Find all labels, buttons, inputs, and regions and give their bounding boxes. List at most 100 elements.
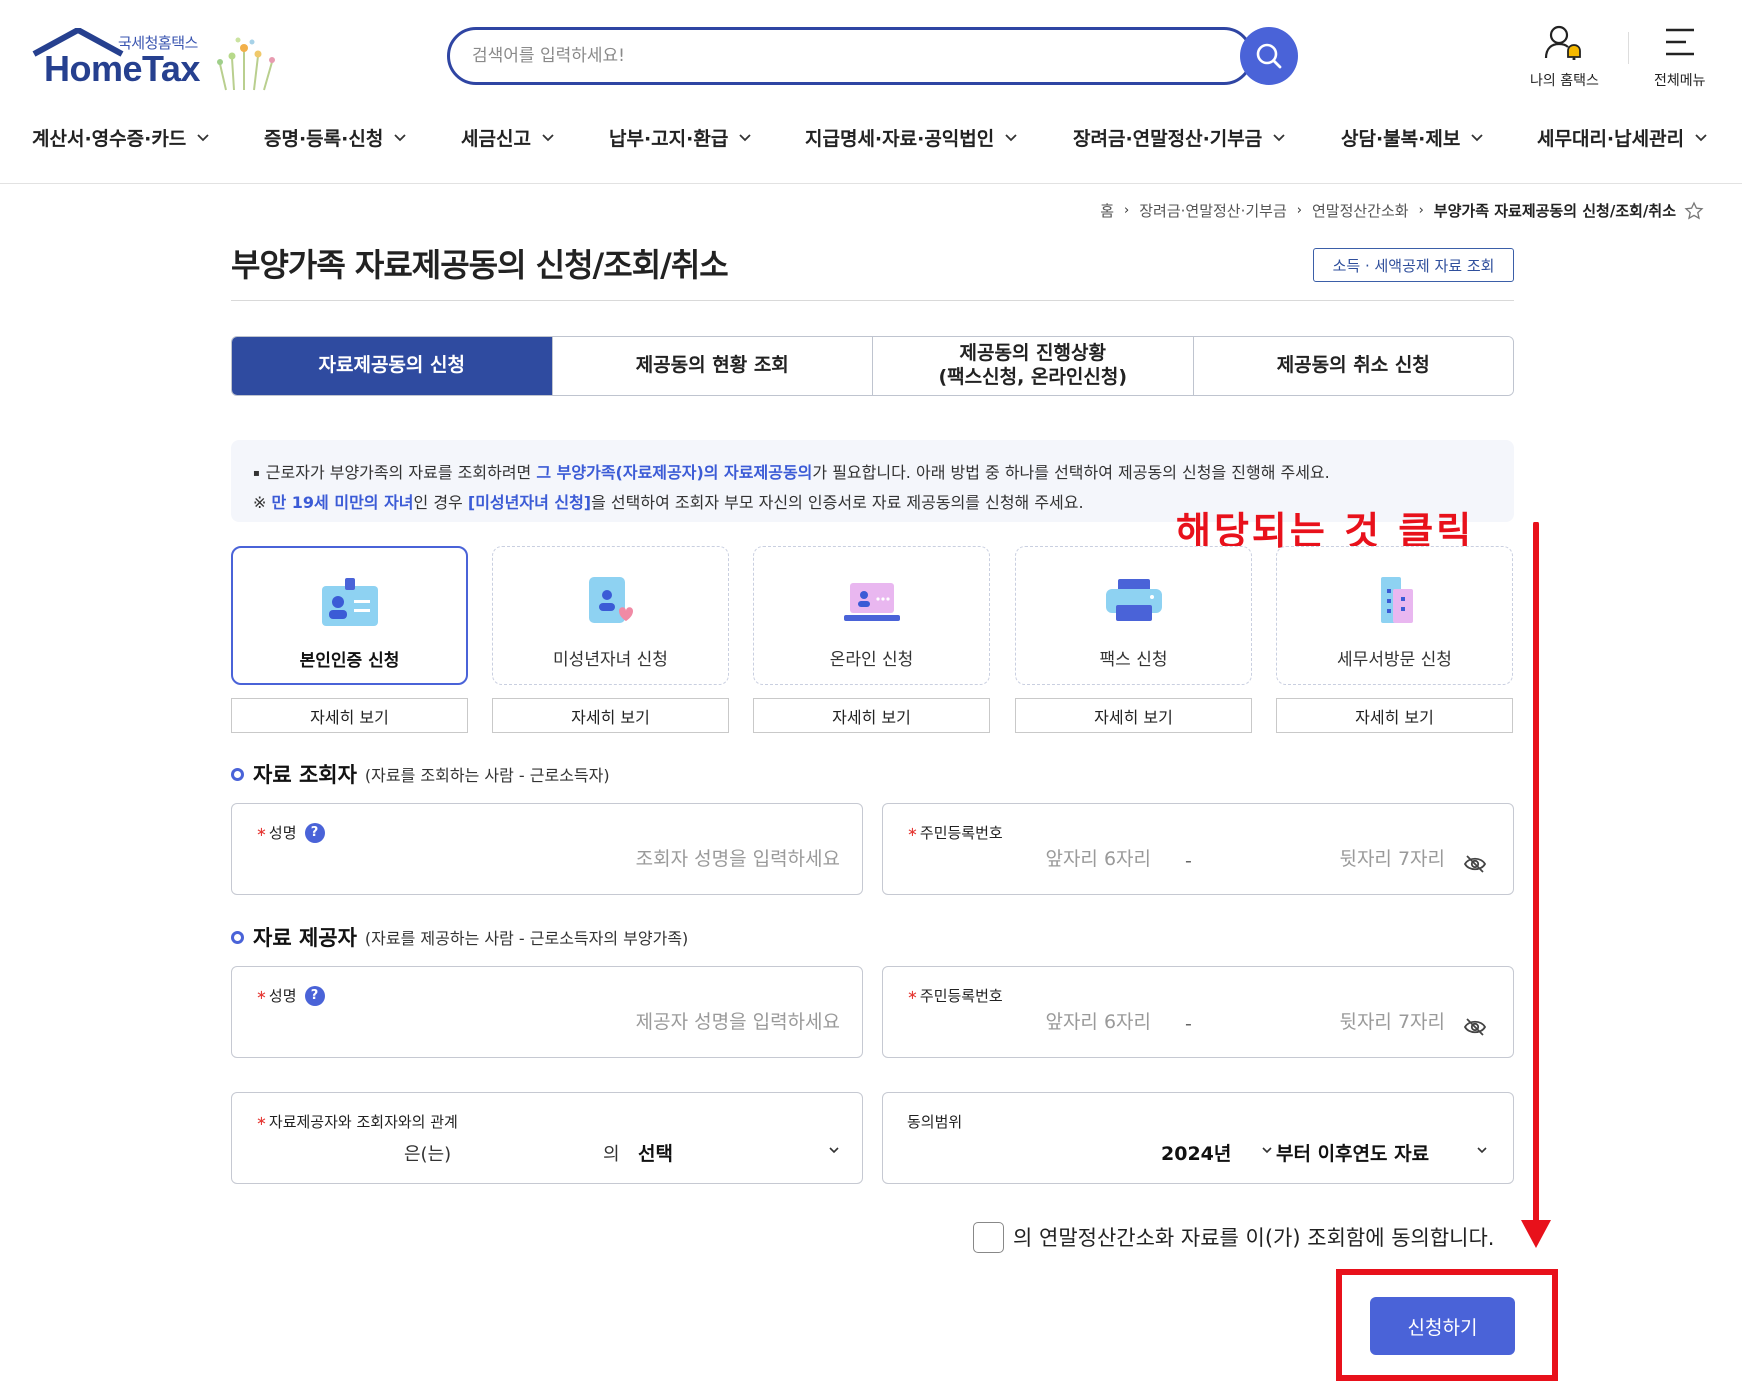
method-card-office-visit[interactable]: 세무서방문 신청 — [1276, 546, 1513, 685]
tab-consent-progress[interactable]: 제공동의 진행상황 (팩스신청, 온라인신청) — [872, 337, 1193, 395]
gnb-item-statement[interactable]: 지급명세·자료·공익법인 — [805, 124, 1018, 151]
rrn-dash: - — [1185, 1013, 1192, 1035]
deduction-data-lookup-button[interactable]: 소득 · 세액공제 자료 조회 — [1313, 248, 1514, 282]
relation-select-value: 선택 — [638, 1143, 673, 1165]
gnb-label: 지급명세·자료·공익법인 — [805, 128, 995, 150]
field-label: ∗ 주민등록번호 — [907, 985, 1003, 1006]
child-document-icon — [588, 577, 633, 623]
detail-button-fax[interactable]: 자세히 보기 — [1015, 698, 1252, 733]
notice-highlight: 만 19세 미만의 자녀 — [271, 493, 414, 512]
util-divider — [1628, 32, 1629, 64]
method-label: 미성년자녀 신청 — [553, 650, 668, 670]
range-select[interactable]: 부터 이후연도 자료 — [1276, 1139, 1488, 1166]
required-mark: ∗ — [907, 988, 918, 1003]
gnb-item-consult[interactable]: 상담·불복·제보 — [1341, 124, 1484, 151]
notice-line-1: ▪ 근로자가 부양가족의 자료를 조회하려면 그 부양가족(자료제공자)의 자료제… — [253, 458, 1492, 488]
tab-bar: 자료제공동의 신청 제공동의 현황 조회 제공동의 진행상황 (팩스신청, 온라… — [231, 336, 1514, 396]
breadcrumb: 홈 › 장려금·연말정산·기부금 › 연말정산간소화 › 부양가족 자료제공동의… — [1100, 200, 1704, 221]
provider-name-input[interactable] — [256, 1011, 840, 1033]
method-label: 본인인증 신청 — [299, 651, 400, 671]
notice-text: 가 필요합니다. 아래 방법 중 하나를 선택하여 제공동의 신청을 진행해 주… — [812, 463, 1330, 482]
hamburger-menu-icon — [1665, 28, 1694, 56]
provider-rrn-back-input[interactable] — [1223, 1011, 1445, 1033]
chevron-down-icon — [739, 133, 751, 141]
field-label: ∗ 성명 ? — [256, 985, 325, 1006]
gnb-item-tax-report[interactable]: 세금신고 — [461, 124, 555, 151]
gnb-item-year-end[interactable]: 장려금·연말정산·기부금 — [1073, 124, 1286, 151]
gnb-label: 세금신고 — [461, 128, 531, 150]
gnb-label: 증명·등록·신청 — [264, 128, 384, 150]
chevron-down-icon — [1477, 1147, 1487, 1154]
bullet: ▪ — [253, 468, 260, 479]
agree-checkbox[interactable] — [973, 1222, 1004, 1253]
global-nav: 계산서·영수증·카드 증명·등록·신청 세금신고 납부·고지·환급 지급명세·자… — [0, 118, 1742, 158]
breadcrumb-item[interactable]: 장려금·연말정산·기부금 — [1139, 200, 1287, 221]
eye-hidden-icon[interactable] — [1463, 854, 1487, 874]
label-text: 성명 — [268, 987, 297, 1005]
notice-text: 을 선택하여 조회자 부모 자신의 인증서로 자료 제공동의를 신청해 주세요. — [591, 493, 1084, 512]
method-card-fax[interactable]: 팩스 신청 — [1015, 546, 1252, 685]
label-text: 주민등록번호 — [919, 824, 1003, 842]
my-hometax-label: 나의 홈택스 — [1530, 73, 1599, 89]
search-box — [447, 27, 1253, 85]
section-title-main: 자료 조회자 — [253, 763, 357, 787]
notice-text: 근로자가 부양가족의 자료를 조회하려면 — [265, 463, 537, 482]
gnb-item-certificate[interactable]: 증명·등록·신청 — [264, 124, 407, 151]
person-bell-icon — [1545, 25, 1582, 61]
method-card-online[interactable]: 온라인 신청 — [753, 546, 990, 685]
viewer-rrn-field: ∗ 주민등록번호 - — [882, 803, 1514, 895]
eye-hidden-icon[interactable] — [1463, 1017, 1487, 1037]
provider-rrn-front-input[interactable] — [923, 1011, 1151, 1033]
chevron-down-icon — [1005, 133, 1017, 141]
gnb-item-payment[interactable]: 납부·고지·환급 — [609, 124, 752, 151]
provider-name-field: ∗ 성명 ? — [231, 966, 863, 1058]
tab-consent-cancel[interactable]: 제공동의 취소 신청 — [1192, 337, 1513, 395]
required-mark: ∗ — [256, 1114, 267, 1129]
detail-button-minor-child[interactable]: 자세히 보기 — [492, 698, 729, 733]
gnb-item-agent[interactable]: 세무대리·납세관리 — [1537, 124, 1708, 151]
year-select[interactable]: 2024년 — [1161, 1139, 1273, 1166]
hometax-logo[interactable]: 국세청홈택스 HomeTax — [32, 26, 282, 94]
notice-highlight: [미성년자녀 신청] — [467, 493, 592, 512]
tab-consent-status[interactable]: 제공동의 현황 조회 — [551, 337, 872, 395]
all-menu-label: 전체메뉴 — [1654, 73, 1706, 89]
label-text: 성명 — [268, 824, 297, 842]
chevron-down-icon — [197, 133, 209, 141]
notice-text: ※ — [253, 493, 272, 512]
my-hometax-button[interactable]: 나의 홈택스 — [1530, 24, 1599, 90]
relation-select[interactable]: 선택 — [638, 1139, 840, 1166]
viewer-name-input[interactable] — [256, 848, 840, 870]
gnb-item-invoice[interactable]: 계산서·영수증·카드 — [32, 124, 210, 151]
notice-text: 인 경우 — [413, 493, 468, 512]
tab-consent-apply[interactable]: 자료제공동의 신청 — [232, 337, 552, 395]
label-text: 자료제공자와 조회자와의 관계 — [268, 1113, 458, 1131]
star-bookmark-icon[interactable] — [1684, 200, 1704, 221]
breadcrumb-current: 부양가족 자료제공동의 신청/조회/취소 — [1433, 202, 1676, 220]
help-icon[interactable]: ? — [304, 985, 325, 1006]
help-icon[interactable]: ? — [304, 822, 325, 843]
breadcrumb-home[interactable]: 홈 — [1100, 200, 1114, 221]
relation-field: ∗ 자료제공자와 조회자와의 관계 은(는) 의 선택 — [231, 1092, 863, 1184]
building-icon — [1380, 577, 1413, 623]
detail-button-online[interactable]: 자세히 보기 — [753, 698, 990, 733]
viewer-rrn-front-input[interactable] — [923, 848, 1151, 870]
all-menu-button[interactable]: 전체메뉴 — [1654, 24, 1706, 90]
viewer-name-field: ∗ 성명 ? — [231, 803, 863, 895]
detail-button-office-visit[interactable]: 자세히 보기 — [1276, 698, 1513, 733]
breadcrumb-separator: › — [1296, 203, 1302, 218]
search-button[interactable] — [1240, 27, 1298, 85]
viewer-section-title: 자료 조회자 (자료를 조회하는 사람 - 근로소득자) — [231, 759, 610, 789]
search-input[interactable] — [472, 40, 1152, 72]
site-header: 국세청홈택스 HomeTax 나의 홈택스 — [0, 0, 1742, 184]
detail-button-self-auth[interactable]: 자세히 보기 — [231, 698, 468, 733]
breadcrumb-item[interactable]: 연말정산간소화 — [1312, 200, 1409, 221]
chevron-down-icon — [394, 133, 406, 141]
section-dot-icon — [231, 767, 244, 781]
section-dot-icon — [231, 930, 244, 944]
method-card-self-auth[interactable]: 본인인증 신청 — [231, 546, 468, 685]
method-card-minor-child[interactable]: 미성년자녀 신청 — [492, 546, 729, 685]
consent-scope-field: 동의범위 2024년 부터 이후연도 자료 — [882, 1092, 1514, 1184]
section-title-main: 자료 제공자 — [253, 926, 357, 950]
annotation-highlight-box — [1336, 1269, 1558, 1381]
viewer-rrn-back-input[interactable] — [1223, 848, 1445, 870]
